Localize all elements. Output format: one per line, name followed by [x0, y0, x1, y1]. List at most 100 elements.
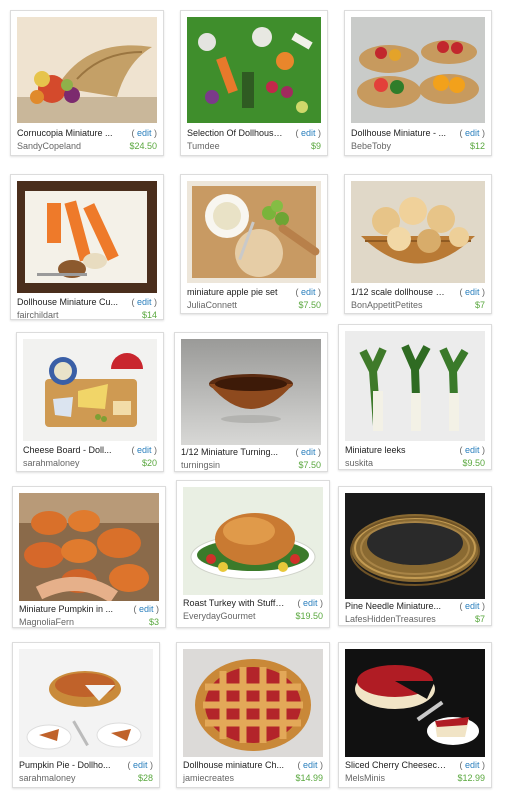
price: $3	[148, 617, 159, 627]
edit-link[interactable]: ( edit )	[131, 297, 157, 308]
vegetables-image[interactable]	[187, 17, 321, 123]
edit-link[interactable]: ( edit )	[459, 601, 485, 612]
cheese-board-image[interactable]	[23, 339, 157, 441]
listing-title[interactable]: Dollhouse Miniature Cu...	[17, 297, 118, 308]
listing-card[interactable]: Dollhouse miniature Ch... ( edit ) jamie…	[176, 642, 330, 788]
shop-name[interactable]: jamiecreates	[183, 773, 234, 783]
listing-title[interactable]: Dollhouse miniature Ch...	[183, 760, 284, 771]
listing-meta: sarahmaloney $20	[23, 458, 157, 469]
listing-card[interactable]: 1/12 scale dollhouse min... ( edit ) Bon…	[344, 174, 492, 314]
pumpkins-image[interactable]	[19, 493, 159, 601]
price: $7.50	[298, 300, 321, 310]
shop-name[interactable]: BonAppetitPetites	[351, 300, 423, 310]
leeks-image[interactable]	[345, 331, 485, 441]
wooden-bowl-image[interactable]	[181, 339, 321, 445]
listing-card[interactable]: Dollhouse Miniature - ... ( edit ) BebeT…	[344, 10, 492, 156]
edit-link[interactable]: ( edit )	[297, 598, 323, 609]
listing-card[interactable]: Cheese Board - Doll... ( edit ) sarahmal…	[16, 332, 164, 472]
listing-title[interactable]: 1/12 Miniature Turning...	[181, 447, 278, 458]
listing-title-row: Dollhouse Miniature - ... ( edit )	[351, 128, 485, 139]
listing-title-row: 1/12 scale dollhouse min... ( edit )	[351, 287, 485, 298]
edit-link[interactable]: ( edit )	[459, 128, 485, 139]
listing-meta: sarahmaloney $28	[19, 773, 153, 784]
listing-title[interactable]: 1/12 scale dollhouse min...	[351, 287, 447, 298]
listing-meta: SandyCopeland $24.50	[17, 141, 157, 152]
listing-title-row: 1/12 Miniature Turning... ( edit )	[181, 447, 321, 458]
shop-name[interactable]: turningsin	[181, 460, 220, 470]
listing-card[interactable]: 1/12 Miniature Turning... ( edit ) turni…	[174, 332, 328, 472]
edit-link[interactable]: ( edit )	[297, 760, 323, 771]
listing-title[interactable]: Roast Turkey with Stuffing	[183, 598, 285, 609]
roast-turkey-image[interactable]	[183, 487, 323, 595]
price: $12.99	[457, 773, 485, 783]
shop-name[interactable]: Tumdee	[187, 141, 220, 151]
edit-link[interactable]: ( edit )	[295, 128, 321, 139]
listing-meta: BebeToby $12	[351, 141, 485, 152]
listing-card[interactable]: Selection Of Dollhouse... ( edit ) Tumde…	[180, 10, 328, 156]
listing-title[interactable]: Sliced Cherry Cheesecake	[345, 760, 447, 771]
shop-name[interactable]: LafesHiddenTreasures	[345, 614, 436, 624]
listing-title[interactable]: Cornucopia Miniature ...	[17, 128, 113, 139]
shop-name[interactable]: JuliaConnett	[187, 300, 237, 310]
listing-card[interactable]: Pine Needle Miniature... ( edit ) LafesH…	[338, 486, 492, 626]
shop-name[interactable]: fairchildart	[17, 310, 59, 320]
price: $9	[310, 141, 321, 151]
shop-name[interactable]: EverydayGourmet	[183, 611, 256, 621]
listing-card[interactable]: Miniature leeks ( edit ) suskita $9.50	[338, 324, 492, 470]
listing-title[interactable]: Dollhouse Miniature - ...	[351, 128, 446, 139]
listing-card[interactable]: Pumpkin Pie - Dollho... ( edit ) sarahma…	[12, 642, 160, 788]
listing-title-row: Pumpkin Pie - Dollho... ( edit )	[19, 760, 153, 771]
listing-card[interactable]: Roast Turkey with Stuffing ( edit ) Ever…	[176, 480, 330, 628]
cornucopia-image[interactable]	[17, 17, 157, 123]
price: $28	[137, 773, 153, 783]
edit-link[interactable]: ( edit )	[459, 760, 485, 771]
listing-card[interactable]: Cornucopia Miniature ... ( edit ) SandyC…	[10, 10, 164, 156]
edit-link[interactable]: ( edit )	[131, 128, 157, 139]
listing-title-row: Miniature leeks ( edit )	[345, 445, 485, 456]
listing-meta: Tumdee $9	[187, 141, 321, 152]
bread-basket-image[interactable]	[351, 181, 485, 283]
listing-title[interactable]: Miniature Pumpkin in ...	[19, 604, 113, 615]
shop-name[interactable]: MagnoliaFern	[19, 617, 74, 627]
shop-name[interactable]: sarahmaloney	[19, 773, 76, 783]
price: $7	[474, 300, 485, 310]
price: $19.50	[295, 611, 323, 621]
edit-link[interactable]: ( edit )	[127, 760, 153, 771]
listing-title[interactable]: Miniature leeks	[345, 445, 406, 456]
shop-name[interactable]: sarahmaloney	[23, 458, 80, 468]
edit-link[interactable]: ( edit )	[133, 604, 159, 615]
price: $9.50	[462, 458, 485, 468]
pumpkin-pie-image[interactable]	[19, 649, 153, 757]
cherry-pie-image[interactable]	[183, 649, 323, 757]
listing-title-row: Dollhouse Miniature Cu... ( edit )	[17, 297, 157, 308]
fruit-baskets-image[interactable]	[351, 17, 485, 123]
listing-title[interactable]: Cheese Board - Doll...	[23, 445, 112, 456]
listing-meta: suskita $9.50	[345, 458, 485, 469]
edit-link[interactable]: ( edit )	[295, 287, 321, 298]
cutting-board-image[interactable]	[17, 181, 157, 293]
shop-name[interactable]: suskita	[345, 458, 373, 468]
listing-card[interactable]: Sliced Cherry Cheesecake ( edit ) MelsMi…	[338, 642, 492, 788]
listing-title[interactable]: Pumpkin Pie - Dollho...	[19, 760, 111, 771]
listing-meta: BonAppetitPetites $7	[351, 300, 485, 311]
listing-title[interactable]: miniature apple pie set	[187, 287, 278, 298]
pine-basket-image[interactable]	[345, 493, 485, 599]
listing-title-row: Dollhouse miniature Ch... ( edit )	[183, 760, 323, 771]
listing-card[interactable]: Miniature Pumpkin in ... ( edit ) Magnol…	[12, 486, 166, 628]
edit-link[interactable]: ( edit )	[459, 287, 485, 298]
listing-title[interactable]: Selection Of Dollhouse...	[187, 128, 283, 139]
listing-card[interactable]: Dollhouse Miniature Cu... ( edit ) fairc…	[10, 174, 164, 320]
price: $14	[141, 310, 157, 320]
shop-name[interactable]: MelsMinis	[345, 773, 385, 783]
edit-link[interactable]: ( edit )	[131, 445, 157, 456]
listing-card[interactable]: miniature apple pie set ( edit ) JuliaCo…	[180, 174, 328, 314]
apple-pie-set-image[interactable]	[187, 181, 321, 283]
edit-link[interactable]: ( edit )	[295, 447, 321, 458]
shop-name[interactable]: SandyCopeland	[17, 141, 81, 151]
cheesecake-image[interactable]	[345, 649, 485, 757]
listing-title[interactable]: Pine Needle Miniature...	[345, 601, 441, 612]
shop-name[interactable]: BebeToby	[351, 141, 391, 151]
listing-title-row: Sliced Cherry Cheesecake ( edit )	[345, 760, 485, 771]
listing-meta: EverydayGourmet $19.50	[183, 611, 323, 622]
edit-link[interactable]: ( edit )	[459, 445, 485, 456]
